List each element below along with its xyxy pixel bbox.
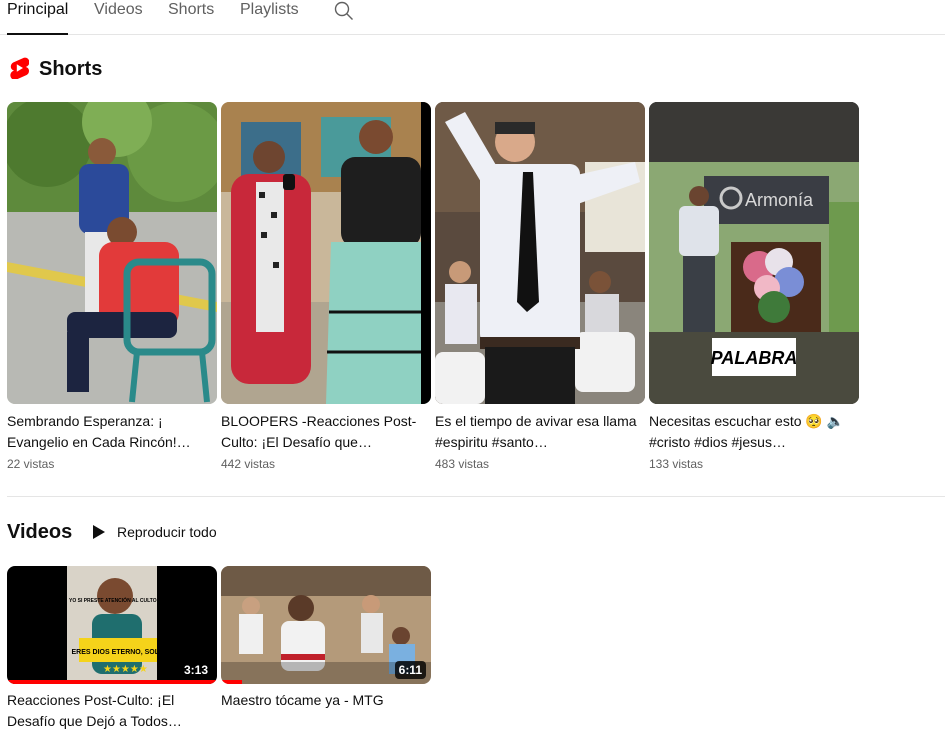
- thumbnail-overlay-text: PALABRA: [711, 348, 798, 368]
- shorts-logo-icon: [10, 57, 29, 79]
- tab-videos[interactable]: Videos: [94, 0, 143, 34]
- watch-progress-bar: [7, 680, 217, 684]
- short-card[interactable]: Armonía PALABRA Necesitas escuchar esto …: [649, 102, 859, 482]
- short-card[interactable]: Sembrando Esperanza: ¡ Evangelio en Cada…: [7, 102, 217, 482]
- section-divider: [7, 496, 945, 497]
- channel-tabs: Principal Videos Shorts Playlists: [0, 0, 945, 35]
- short-title[interactable]: Es el tiempo de avivar esa llama #espiri…: [435, 411, 640, 453]
- short-title[interactable]: Sembrando Esperanza: ¡ Evangelio en Cada…: [7, 411, 212, 453]
- short-views: 22 vistas: [7, 457, 55, 471]
- short-card[interactable]: BLOOPERS -Reacciones Post-Culto: ¡El Des…: [221, 102, 431, 482]
- tab-playlists[interactable]: Playlists: [240, 0, 299, 34]
- short-thumbnail[interactable]: [7, 102, 217, 404]
- short-card[interactable]: Es el tiempo de avivar esa llama #espiri…: [435, 102, 645, 482]
- search-icon[interactable]: [334, 1, 354, 21]
- svg-text:★★★★★: ★★★★★: [103, 664, 148, 675]
- thumb-caption-mid: ERES DIOS ETERNO, SOLO: [72, 649, 166, 656]
- video-duration: 3:13: [179, 661, 212, 679]
- short-thumbnail[interactable]: Armonía PALABRA: [649, 102, 859, 404]
- video-title[interactable]: Maestro tócame ya - MTG: [221, 690, 426, 732]
- video-thumbnail[interactable]: 6:11: [221, 566, 431, 684]
- short-views: 483 vistas: [435, 457, 490, 471]
- short-views: 442 vistas: [221, 457, 276, 471]
- short-views: 133 vistas: [649, 457, 704, 471]
- banner-text: Armonía: [745, 190, 814, 210]
- video-title[interactable]: Reacciones Post-Culto: ¡El Desafío que D…: [7, 690, 212, 732]
- video-duration: 6:11: [394, 661, 426, 679]
- watch-progress-bar: [221, 680, 242, 684]
- tab-principal[interactable]: Principal: [7, 0, 69, 35]
- video-thumbnail[interactable]: YO SI PRESTE ATENCIÓN AL CULTO ERES DIOS…: [7, 566, 217, 684]
- short-thumbnail[interactable]: [435, 102, 645, 404]
- short-title[interactable]: Necesitas escuchar esto 🥺 🔈 #cristo #dio…: [649, 411, 854, 453]
- play-all-button[interactable]: Reproducir todo: [92, 521, 217, 543]
- thumb-caption-top: YO SI PRESTE ATENCIÓN AL CULTO: [69, 596, 157, 604]
- short-thumbnail[interactable]: [221, 102, 431, 404]
- play-all-label: Reproducir todo: [117, 524, 217, 540]
- shorts-section-title: Shorts: [39, 58, 103, 80]
- short-title[interactable]: BLOOPERS -Reacciones Post-Culto: ¡El Des…: [221, 411, 426, 453]
- videos-section-title: Videos: [7, 521, 73, 543]
- tab-shorts[interactable]: Shorts: [168, 0, 214, 34]
- play-icon: [93, 525, 105, 539]
